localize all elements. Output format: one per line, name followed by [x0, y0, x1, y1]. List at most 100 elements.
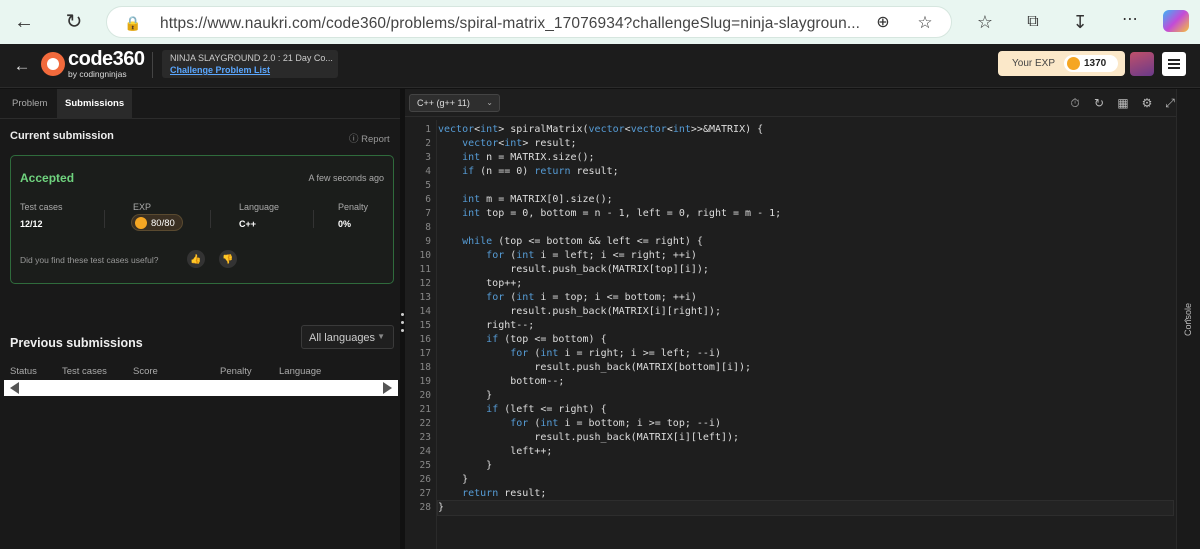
exp-widget[interactable]: Your EXP 1370: [998, 51, 1125, 76]
code-line[interactable]: bottom--;: [438, 375, 564, 389]
code-editor[interactable]: C++ (g++ 11) ⌄ ⏱ ↻ ▦ ⚙ ⤢ 1 vector<int> sp…: [405, 89, 1176, 549]
star-icon[interactable]: ☆: [913, 13, 937, 33]
test-cases-label: Test cases: [20, 202, 63, 212]
report-label: Report: [361, 134, 390, 145]
code-line[interactable]: [438, 179, 444, 193]
tab-problem[interactable]: Problem: [4, 89, 55, 119]
language-filter-select[interactable]: All languages ▼: [301, 325, 394, 349]
timer-icon[interactable]: ⏱: [1067, 95, 1083, 111]
thumbs-down-icon[interactable]: 👎: [219, 250, 237, 268]
hamburger-menu-icon[interactable]: [1162, 52, 1186, 76]
line-number: 19: [419, 376, 431, 387]
address-bar[interactable]: 🔒 https://www.naukri.com/code360/problem…: [106, 6, 952, 38]
code-line[interactable]: for (int i = right; i >= left; --i): [438, 347, 721, 361]
code360-logo-icon[interactable]: [41, 52, 65, 76]
refresh-icon[interactable]: ↻: [62, 12, 86, 32]
scroll-right-icon[interactable]: [383, 382, 392, 394]
code-line[interactable]: if (n == 0) return result;: [438, 165, 619, 179]
console-label[interactable]: Console: [1183, 303, 1193, 336]
line-number: 21: [419, 404, 431, 415]
code-line[interactable]: }: [437, 500, 1174, 516]
code-area[interactable]: 1 vector<int> spiralMatrix(vector<vector<…: [405, 120, 1176, 549]
line-number: 1: [425, 124, 431, 135]
reset-icon[interactable]: ↻: [1091, 95, 1107, 111]
line-number: 24: [419, 446, 431, 457]
report-button[interactable]: ⓘ Report: [349, 131, 390, 145]
code-line[interactable]: int n = MATRIX.size();: [438, 151, 594, 165]
status-badge: Accepted: [20, 171, 75, 185]
url-text[interactable]: https://www.naukri.com/code360/problems/…: [160, 15, 860, 33]
editor-toolbar: C++ (g++ 11) ⌄ ⏱ ↻ ▦ ⚙ ⤢: [405, 89, 1176, 117]
line-number: 22: [419, 418, 431, 429]
layout-icon[interactable]: ▦: [1115, 95, 1131, 111]
code-line[interactable]: for (int i = top; i <= bottom; ++i): [438, 291, 697, 305]
previous-submissions-title: Previous submissions: [10, 336, 143, 350]
line-number: 8: [425, 222, 431, 233]
chevron-down-icon: ▼: [377, 332, 385, 341]
chevron-down-icon: ⌄: [486, 98, 493, 107]
lock-icon[interactable]: 🔒: [121, 13, 145, 33]
line-number: 18: [419, 362, 431, 373]
code-line[interactable]: }: [438, 389, 492, 403]
collections-icon[interactable]: ⧉: [1021, 12, 1045, 32]
code-line[interactable]: result.push_back(MATRIX[i][right]);: [438, 305, 721, 319]
line-number: 6: [425, 194, 431, 205]
avatar[interactable]: [1130, 52, 1154, 76]
stat-divider: [104, 210, 105, 228]
code-line[interactable]: }: [438, 459, 492, 473]
line-number: 27: [419, 488, 431, 499]
stat-divider: [313, 210, 314, 228]
code-line[interactable]: left++;: [438, 445, 552, 459]
code-line[interactable]: vector<int> result;: [438, 137, 576, 151]
column-language: Language: [279, 366, 322, 377]
language-value: C++: [239, 219, 257, 229]
code-line[interactable]: result.push_back(MATRIX[bottom][i]);: [438, 361, 751, 375]
exp-stat-label: EXP: [133, 202, 152, 212]
compiler-select[interactable]: C++ (g++ 11) ⌄: [409, 94, 500, 112]
code-line[interactable]: int m = MATRIX[0].size();: [438, 193, 613, 207]
more-icon[interactable]: ⋯: [1118, 10, 1142, 30]
contest-info: NINJA SLAYGROUND 2.0 : 21 Day Co... Chal…: [162, 50, 338, 78]
copilot-icon[interactable]: [1163, 10, 1189, 32]
line-number: 15: [419, 320, 431, 331]
code-line[interactable]: if (top <= bottom) {: [438, 333, 606, 347]
code-line[interactable]: while (top <= bottom && left <= right) {: [438, 235, 703, 249]
download-icon[interactable]: ↧: [1068, 12, 1092, 32]
compiler-value: C++ (g++ 11): [417, 98, 470, 108]
code-line[interactable]: if (left <= right) {: [438, 403, 606, 417]
code-line[interactable]: result.push_back(MATRIX[i][left]);: [438, 431, 739, 445]
code-line[interactable]: int top = 0, bottom = n - 1, left = 0, r…: [438, 207, 781, 221]
settings-gear-icon[interactable]: ⚙: [1139, 95, 1155, 111]
tab-submissions[interactable]: Submissions: [57, 89, 133, 119]
test-cases-value: 12/12: [20, 219, 43, 229]
exp-value: 1370: [1084, 58, 1107, 69]
back-arrow-icon[interactable]: ←: [10, 56, 34, 76]
line-number: 20: [419, 390, 431, 401]
logo-subtext: by codingninjas: [68, 69, 127, 79]
favorites-icon[interactable]: ☆: [973, 12, 997, 32]
line-number: 13: [419, 292, 431, 303]
thumbs-up-icon[interactable]: 👍: [187, 250, 205, 268]
line-number: 10: [419, 250, 431, 261]
code-line[interactable]: }: [438, 473, 468, 487]
language-label: Language: [239, 202, 280, 212]
code-line[interactable]: result.push_back(MATRIX[top][i]);: [438, 263, 709, 277]
code-line[interactable]: [438, 221, 444, 235]
code-line[interactable]: right--;: [438, 319, 534, 333]
challenge-list-link[interactable]: Challenge Problem List: [170, 65, 270, 75]
code-line[interactable]: for (int i = bottom; i >= top; --i): [438, 417, 721, 431]
column-penalty: Penalty: [220, 366, 252, 377]
logo-text[interactable]: code360: [68, 48, 145, 71]
line-number: 28: [419, 502, 431, 513]
code-line[interactable]: vector<int> spiralMatrix(vector<vector<i…: [438, 123, 763, 137]
result-card: Accepted A few seconds ago Test cases 12…: [10, 155, 394, 284]
line-number: 9: [425, 236, 431, 247]
code-line[interactable]: top++;: [438, 277, 522, 291]
console-sidebar[interactable]: ‹ Console: [1176, 89, 1200, 549]
code-line[interactable]: for (int i = left; i <= right; ++i): [438, 249, 697, 263]
code-line[interactable]: return result;: [438, 487, 546, 501]
scroll-left-icon[interactable]: [10, 382, 19, 394]
zoom-icon[interactable]: ⊕: [871, 13, 895, 33]
back-arrow-icon[interactable]: ←: [12, 12, 36, 32]
horizontal-scrollbar[interactable]: [4, 380, 398, 396]
